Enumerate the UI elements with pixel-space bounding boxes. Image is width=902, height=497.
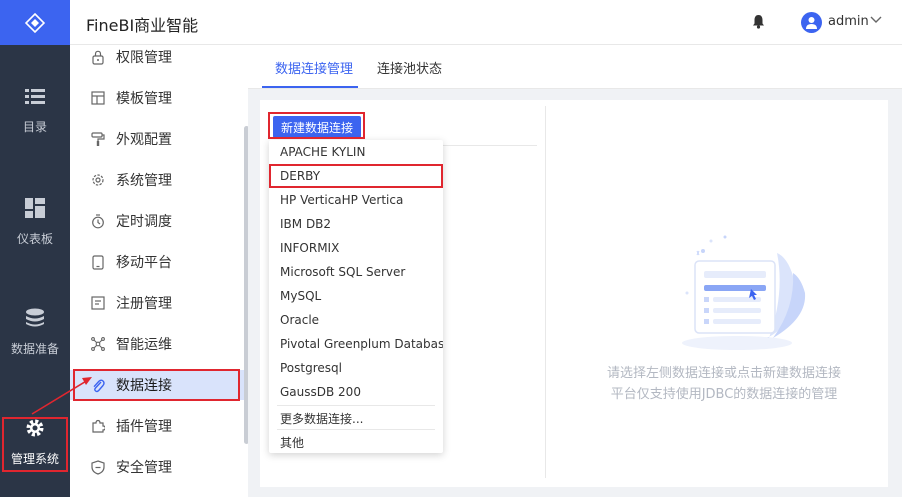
dropdown-item-ibm-db2[interactable]: IBM DB2 <box>269 212 443 236</box>
shield-icon <box>90 459 106 475</box>
highlight-admin-rail <box>2 417 68 472</box>
mobile-icon <box>90 254 106 270</box>
subnav-item-templates[interactable]: 模板管理 <box>70 83 248 113</box>
panel-divider <box>545 106 546 478</box>
subnav-label: 定时调度 <box>116 214 172 230</box>
avatar[interactable] <box>801 12 822 33</box>
register-icon <box>90 295 106 311</box>
dropdown-item-mysql[interactable]: MySQL <box>269 284 443 308</box>
subnav-item-security[interactable]: 安全管理 <box>70 452 248 482</box>
rail-item-catalog[interactable]: 目录 <box>0 88 70 135</box>
template-icon <box>90 90 106 106</box>
dashboard-icon <box>25 198 45 218</box>
rail-label-catalog: 目录 <box>22 120 47 134</box>
dropdown-item-sql-server[interactable]: Microsoft SQL Server <box>269 260 443 284</box>
tab-pool-status[interactable]: 连接池状态 <box>377 58 442 77</box>
subnav-item-plugins[interactable]: 插件管理 <box>70 411 248 441</box>
active-tab-indicator <box>262 86 358 88</box>
rail-item-data-prep[interactable]: 数据准备 <box>0 308 70 357</box>
dropdown-item-other[interactable]: 其他 <box>269 430 443 454</box>
tab-bar: 数据连接管理 连接池状态 <box>248 45 902 89</box>
user-name[interactable]: admin <box>828 14 869 29</box>
rail-item-dashboard[interactable]: 仪表板 <box>0 198 70 247</box>
logo-icon <box>25 12 45 33</box>
subnav-label: 注册管理 <box>116 296 172 312</box>
app-title: FineBI商业智能 <box>86 16 199 35</box>
tab-connection-management[interactable]: 数据连接管理 <box>275 58 353 77</box>
dropdown-item-apache-kylin[interactable]: APACHE KYLIN <box>269 140 443 164</box>
admin-subnav: 权限管理 模板管理 外观配置 系统管理 定时调度 移动平台 注册管理 智能运维 … <box>70 45 248 497</box>
highlight-derby-item <box>269 164 443 188</box>
dropdown-item-oracle[interactable]: Oracle <box>269 308 443 332</box>
puzzle-icon <box>90 418 106 434</box>
subnav-item-schedule[interactable]: 定时调度 <box>70 206 248 236</box>
dropdown-item-gaussdb[interactable]: GaussDB 200 <box>269 380 443 404</box>
rail-label-dashboard: 仪表板 <box>16 232 53 246</box>
subnav-label: 权限管理 <box>116 50 172 66</box>
subnav-label: 外观配置 <box>116 132 172 148</box>
dropdown-item-more[interactable]: 更多数据连接... <box>269 406 443 430</box>
list-icon <box>25 89 45 104</box>
rail-label-data-prep: 数据准备 <box>10 342 59 356</box>
user-icon <box>806 17 817 29</box>
subnav-label: 插件管理 <box>116 419 172 435</box>
subnav-label: 智能运维 <box>116 337 172 353</box>
subnav-item-permissions[interactable]: 权限管理 <box>70 42 248 72</box>
paint-roller-icon <box>90 131 106 147</box>
empty-state-line2: 平台仅支持使用JDBC的数据连接的管理 <box>610 387 838 402</box>
top-header: FineBI商业智能 admin <box>70 0 902 45</box>
dropdown-item-hp-vertica[interactable]: HP VerticaHP Vertica <box>269 188 443 212</box>
bell-icon[interactable] <box>752 14 765 29</box>
dropdown-item-greenplum[interactable]: Pivotal Greenplum Database <box>269 332 443 356</box>
dropdown-item-postgresql[interactable]: Postgresql <box>269 356 443 380</box>
subnav-item-system[interactable]: 系统管理 <box>70 165 248 195</box>
subnav-label: 系统管理 <box>116 173 172 189</box>
lock-icon <box>90 49 106 65</box>
highlight-new-button <box>268 112 365 139</box>
empty-state-line1: 请选择左侧数据连接或点击新建数据连接 <box>606 366 841 381</box>
subnav-item-registration[interactable]: 注册管理 <box>70 288 248 318</box>
subnav-item-appearance[interactable]: 外观配置 <box>70 124 248 154</box>
empty-state-illustration <box>682 235 806 350</box>
subnav-label: 移动平台 <box>116 255 172 271</box>
subnav-label: 模板管理 <box>116 91 172 107</box>
nodes-icon <box>90 336 106 352</box>
highlight-data-connection <box>73 369 240 401</box>
subnav-item-mobile[interactable]: 移动平台 <box>70 247 248 277</box>
chevron-down-icon[interactable] <box>870 16 882 24</box>
timer-icon <box>90 213 106 229</box>
subnav-label: 安全管理 <box>116 460 172 476</box>
app-logo[interactable] <box>0 0 70 45</box>
settings-icon <box>90 172 106 188</box>
subnav-item-ops[interactable]: 智能运维 <box>70 329 248 359</box>
dropdown-item-informix[interactable]: INFORMIX <box>269 236 443 260</box>
database-icon <box>26 308 44 327</box>
